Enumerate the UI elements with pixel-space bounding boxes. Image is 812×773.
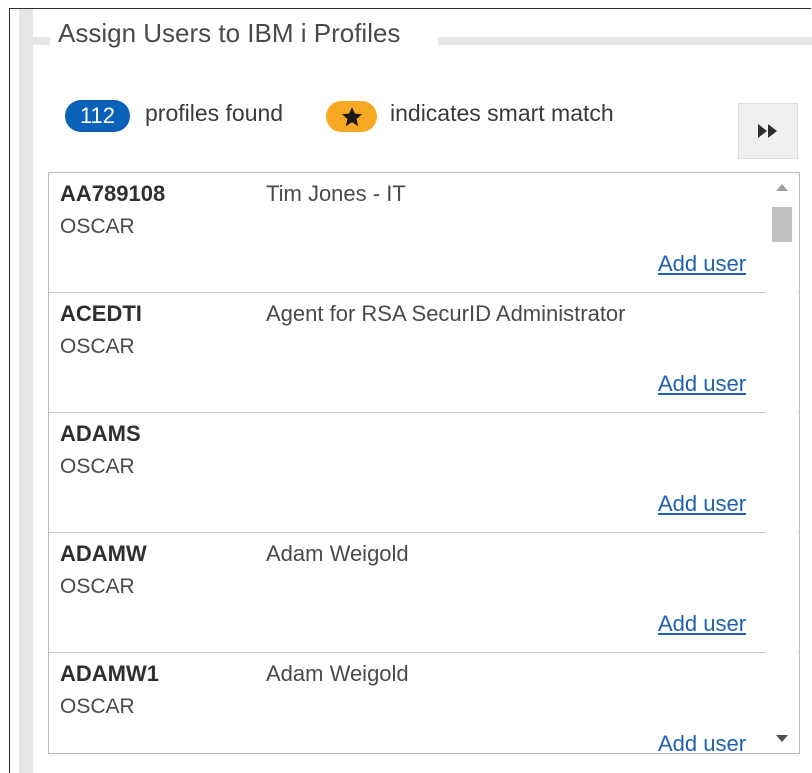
smart-match-label: indicates smart match bbox=[390, 100, 614, 126]
profile-id: ADAMS bbox=[60, 421, 141, 446]
caret-up-icon bbox=[776, 184, 788, 191]
profile-row: ACEDTI Agent for RSA SecurID Administrat… bbox=[49, 293, 799, 413]
profile-id: AA789108 bbox=[60, 181, 166, 206]
profile-system: OSCAR bbox=[60, 215, 135, 238]
profile-description: Adam Weigold bbox=[266, 661, 409, 686]
profile-system: OSCAR bbox=[60, 695, 135, 718]
title-rule-right bbox=[438, 37, 812, 45]
profile-count-badge: 112 bbox=[65, 100, 130, 132]
scroll-thumb[interactable] bbox=[772, 207, 792, 242]
smart-match-badge bbox=[326, 101, 377, 132]
profile-row: ADAMS OSCAR Add user bbox=[49, 413, 799, 533]
profile-id: ADAMW1 bbox=[60, 661, 159, 686]
panel-left-bar bbox=[19, 9, 33, 773]
double-chevron-right-icon bbox=[758, 124, 777, 138]
profile-system: OSCAR bbox=[60, 455, 135, 478]
profile-system: OSCAR bbox=[60, 335, 135, 358]
profile-row: AA789108 Tim Jones - IT OSCAR Add user bbox=[49, 173, 799, 293]
add-user-link[interactable]: Add user bbox=[658, 731, 746, 753]
add-user-link[interactable]: Add user bbox=[658, 491, 746, 517]
profile-description: Adam Weigold bbox=[266, 541, 409, 566]
profile-id: ACEDTI bbox=[60, 301, 142, 326]
scroll-up-arrow[interactable] bbox=[766, 174, 798, 200]
profile-id: ADAMW bbox=[60, 541, 147, 566]
profile-list[interactable]: AA789108 Tim Jones - IT OSCAR Add user A… bbox=[48, 172, 800, 754]
profile-row: ADAMW1 Adam Weigold OSCAR Add user bbox=[49, 653, 799, 753]
profile-count-label: profiles found bbox=[145, 100, 284, 126]
profile-system: OSCAR bbox=[60, 575, 135, 598]
title-rule-left bbox=[33, 37, 50, 45]
profile-description: Tim Jones - IT bbox=[266, 181, 406, 206]
list-scrollbar[interactable] bbox=[766, 174, 798, 752]
expand-panel-button[interactable] bbox=[738, 103, 798, 159]
add-user-link[interactable]: Add user bbox=[658, 251, 746, 277]
add-user-link[interactable]: Add user bbox=[658, 371, 746, 397]
panel-title: Assign Users to IBM i Profiles bbox=[58, 18, 401, 48]
add-user-link[interactable]: Add user bbox=[658, 611, 746, 637]
profile-description: Agent for RSA SecurID Administrator bbox=[266, 301, 626, 326]
star-icon bbox=[341, 106, 362, 126]
caret-down-icon bbox=[776, 735, 788, 742]
scroll-down-arrow[interactable] bbox=[766, 726, 798, 752]
profile-row: ADAMW Adam Weigold OSCAR Add user bbox=[49, 533, 799, 653]
